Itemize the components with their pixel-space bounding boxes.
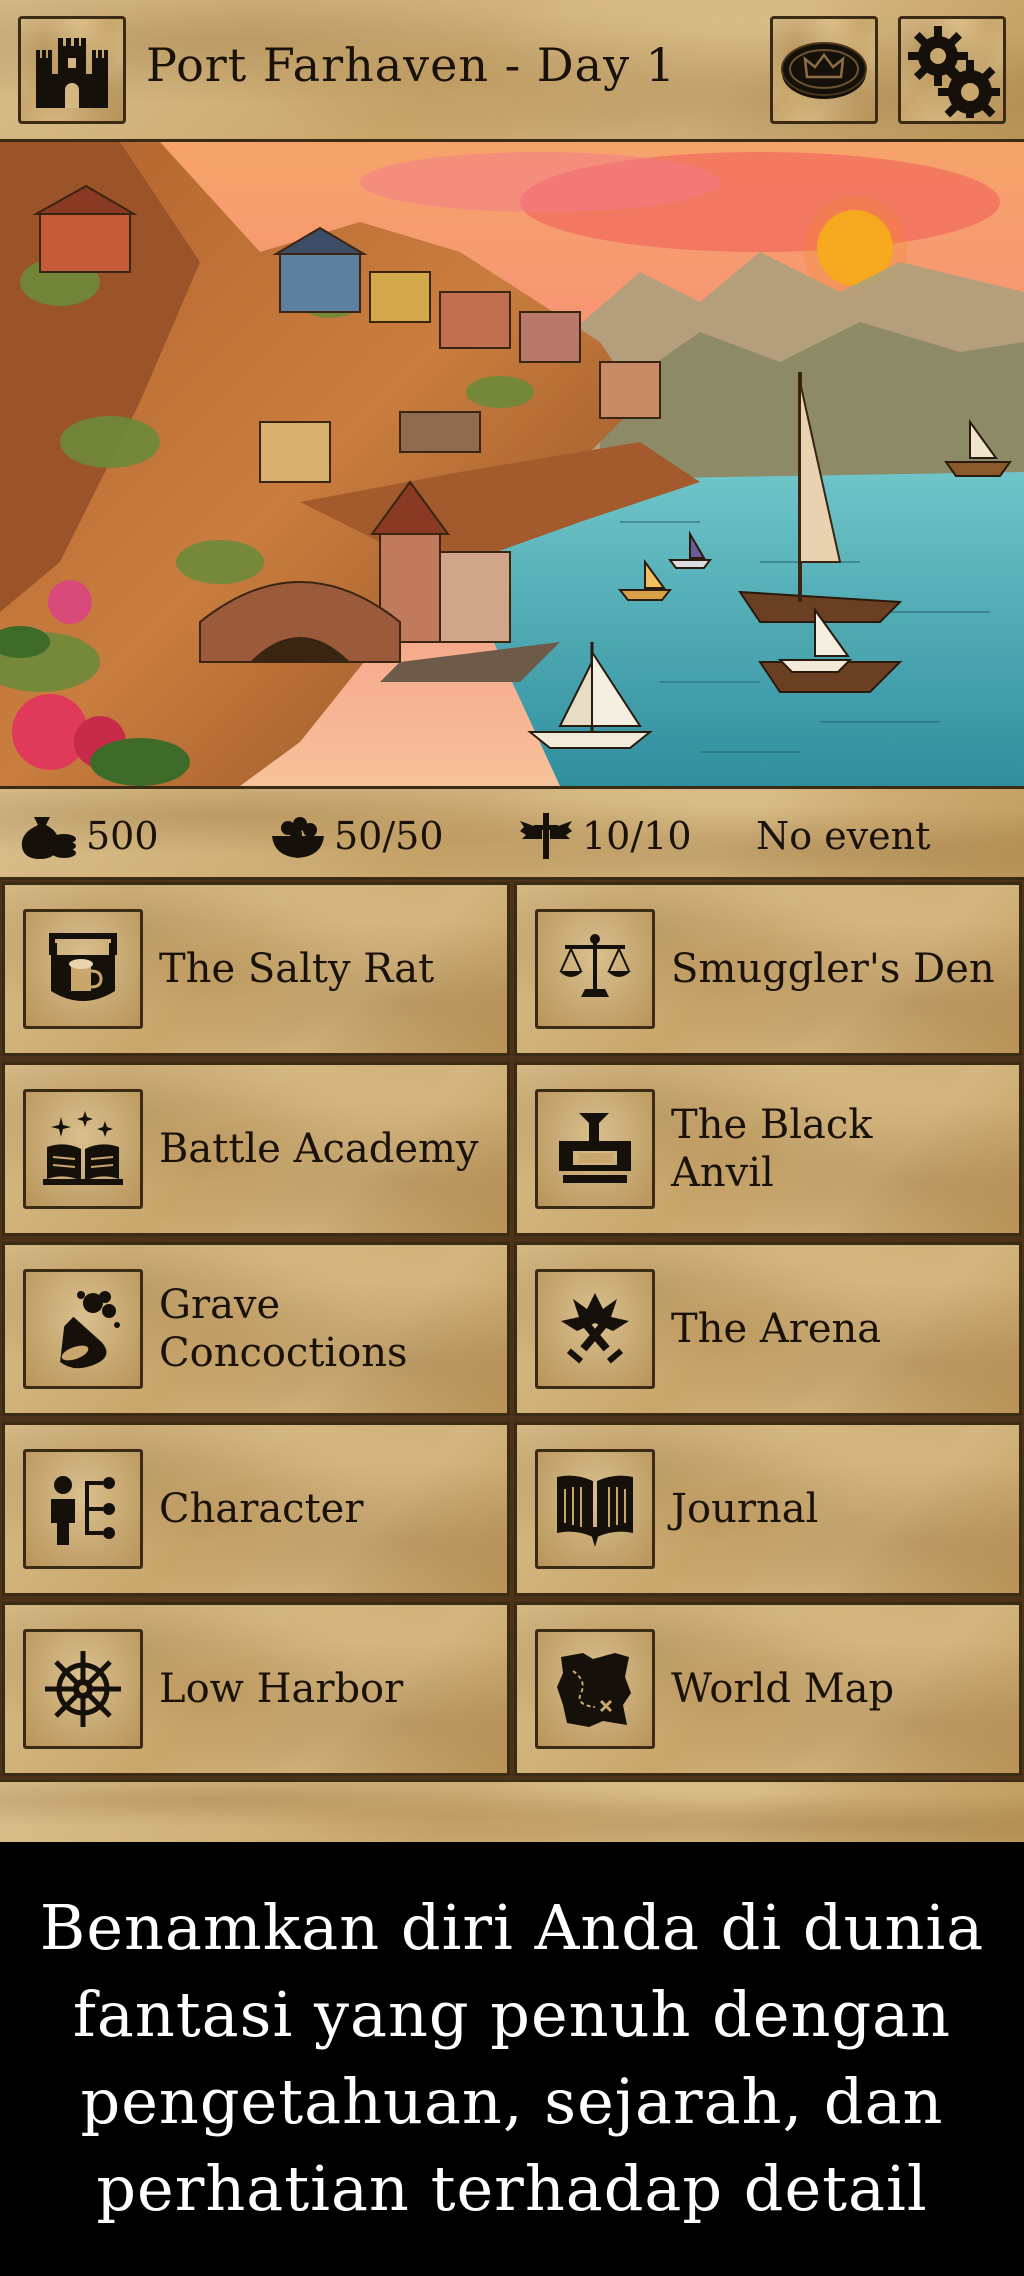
location-label: Battle Academy <box>159 1126 479 1172</box>
character-tree-icon <box>51 1476 115 1545</box>
tile-icon-frame <box>23 1089 143 1209</box>
location-the-black-anvil[interactable]: The Black Anvil <box>514 1062 1022 1236</box>
treasure-map-icon <box>557 1653 631 1727</box>
tile-icon-frame <box>535 1449 655 1569</box>
promo-caption-banner: Benamkan diri Anda di dunia fantasi yang… <box>0 1842 1024 2276</box>
location-label: Grave Concoctions <box>159 1282 408 1376</box>
location-the-arena[interactable]: The Arena <box>514 1242 1022 1416</box>
location-character[interactable]: Character <box>2 1422 510 1596</box>
location-label: The Black Anvil <box>671 1102 873 1196</box>
guards-value: 10/10 <box>582 814 692 858</box>
guards-stat: 10/10 <box>518 813 692 859</box>
harbor-town-illustration <box>0 142 1024 786</box>
location-label: Low Harbor <box>159 1666 404 1712</box>
location-battle-academy[interactable]: Battle Academy <box>2 1062 510 1236</box>
tile-icon-frame <box>535 909 655 1029</box>
location-low-harbor[interactable]: Low Harbor <box>2 1602 510 1776</box>
premium-coin-button[interactable] <box>770 16 878 124</box>
event-text: No event <box>756 814 931 858</box>
tile-icon-frame <box>535 1629 655 1749</box>
journal-book-icon <box>557 1475 633 1547</box>
location-grave-concoctions[interactable]: Grave Concoctions <box>2 1242 510 1416</box>
town-button[interactable] <box>18 16 126 124</box>
tile-icon-frame <box>23 1269 143 1389</box>
food-bowl-icon <box>272 817 324 858</box>
tile-icon-frame <box>535 1089 655 1209</box>
location-journal[interactable]: Journal <box>514 1422 1022 1596</box>
food-stat: 50/50 <box>270 813 444 859</box>
potion-flask-icon <box>60 1291 120 1369</box>
event-status: No event <box>756 813 930 859</box>
location-smugglers-den[interactable]: Smuggler's Den <box>514 882 1022 1056</box>
location-label: Smuggler's Den <box>671 946 995 992</box>
parchment-footer-strip <box>0 1780 1024 1842</box>
ship-wheel-icon <box>45 1651 121 1727</box>
scales-icon <box>559 934 631 997</box>
tavern-sign-icon <box>49 933 117 1001</box>
location-label: The Arena <box>671 1306 882 1352</box>
tile-icon-frame <box>23 909 143 1029</box>
tile-icon-frame <box>23 1629 143 1749</box>
castle-icon <box>36 38 108 108</box>
food-value: 50/50 <box>334 814 444 858</box>
resource-bar: 500 50/50 10/10 No event <box>0 786 1024 880</box>
open-book-icon <box>43 1111 123 1185</box>
location-label: World Map <box>671 1666 895 1712</box>
tile-icon-frame <box>23 1449 143 1569</box>
location-world-map[interactable]: World Map <box>514 1602 1022 1776</box>
top-bar: Port Farhaven - Day 1 <box>0 0 1024 142</box>
gears-icon <box>908 26 1000 118</box>
gold-stat: 500 <box>20 813 159 859</box>
location-label: Journal <box>671 1486 819 1532</box>
location-label: Character <box>159 1486 364 1532</box>
location-grid: The Salty Rat Smuggler's Den Battle Acad… <box>0 880 1024 1780</box>
tile-icon-frame <box>535 1269 655 1389</box>
crown-coin-icon <box>781 42 867 99</box>
harbor-scene-art <box>0 142 1024 786</box>
location-the-salty-rat[interactable]: The Salty Rat <box>2 882 510 1056</box>
location-label: The Salty Rat <box>159 946 435 992</box>
money-bag-icon <box>21 817 76 859</box>
gold-value: 500 <box>86 814 159 858</box>
anvil-icon <box>559 1113 631 1183</box>
location-title: Port Farhaven - Day 1 <box>146 38 676 92</box>
winged-sword-icon <box>520 813 572 859</box>
settings-button[interactable] <box>898 16 1006 124</box>
crossed-swords-icon <box>561 1293 629 1364</box>
promo-caption-text: Benamkan diri Anda di dunia fantasi yang… <box>39 1891 985 2225</box>
